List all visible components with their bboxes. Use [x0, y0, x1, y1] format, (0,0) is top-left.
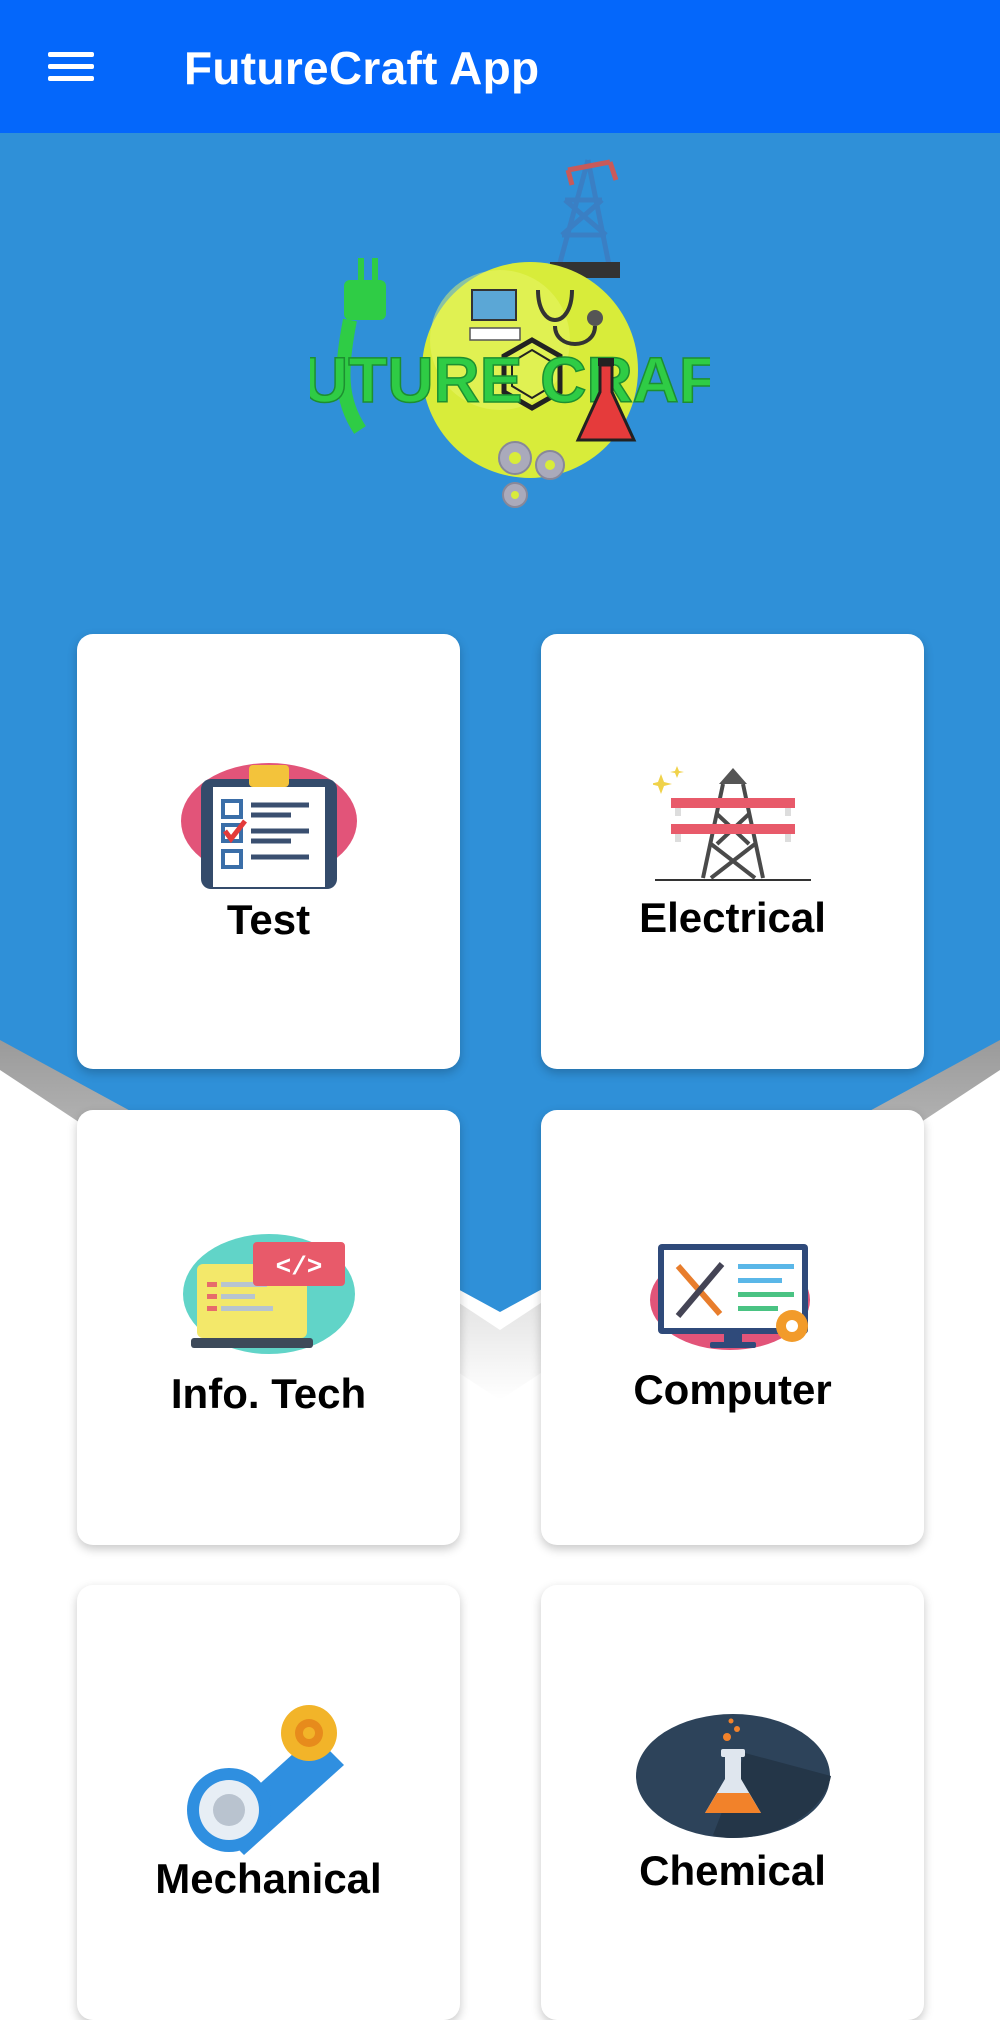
- category-card-test[interactable]: Test: [77, 634, 460, 1069]
- app-title: FutureCraft App: [184, 42, 540, 94]
- category-label: Electrical: [639, 894, 826, 941]
- category-label: Chemical: [639, 1847, 826, 1894]
- category-card-electrical[interactable]: Electrical: [541, 634, 924, 1069]
- menu-button[interactable]: [34, 40, 106, 92]
- category-card-chemical[interactable]: Chemical: [541, 1585, 924, 2020]
- chemical-flask-icon: [635, 1714, 831, 1838]
- logo-text: FUTURE CRAFT: [310, 344, 710, 416]
- category-card-computer[interactable]: Computer: [541, 1110, 924, 1545]
- category-label: Computer: [633, 1366, 832, 1413]
- futurecraft-logo: FUTURE CRAFT: [310, 159, 710, 508]
- info-tech-code-icon: </>: [182, 1234, 355, 1354]
- category-card-mechanical[interactable]: Mechanical: [77, 1585, 460, 2020]
- hamburger-menu-icon: [48, 52, 94, 57]
- category-card-info-tech[interactable]: </> Info. Tech: [77, 1110, 460, 1545]
- test-checklist-icon: [180, 763, 357, 889]
- category-label: Info. Tech: [170, 1370, 367, 1417]
- mechanical-gears-icon: [186, 1705, 344, 1855]
- category-label: Test: [226, 896, 311, 943]
- svg-text:</>: </>: [275, 1252, 322, 1282]
- computer-tools-icon: [649, 1244, 810, 1350]
- electrical-tower-icon: [652, 766, 811, 881]
- category-label: Mechanical: [155, 1855, 382, 1902]
- app-bar: FutureCraft App: [0, 0, 1000, 133]
